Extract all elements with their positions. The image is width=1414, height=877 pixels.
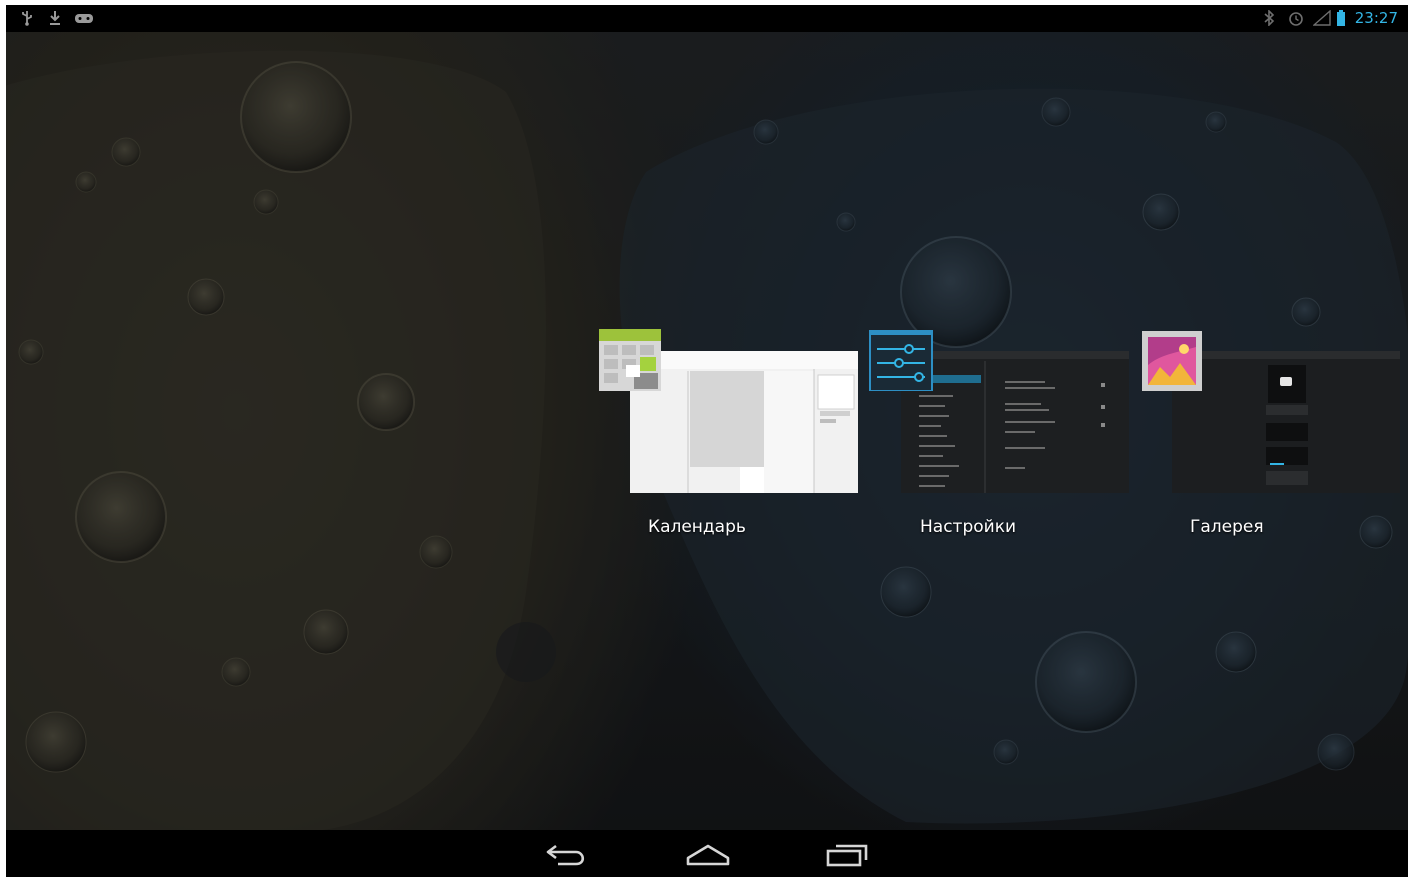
settings-thumbnail: [901, 351, 1129, 493]
calendar-icon: [599, 329, 661, 391]
recent-app-label: Календарь: [648, 517, 746, 537]
tablet-screen: 23:27 Календарь Настройки Галерея: [6, 5, 1408, 877]
status-bar: 23:27: [6, 5, 1408, 32]
gallery-icon: [1142, 331, 1202, 391]
signal-icon: [1313, 10, 1331, 26]
calendar-thumbnail: [630, 351, 858, 493]
status-clock: 23:27: [1354, 9, 1398, 27]
download-icon: [50, 11, 60, 25]
usb-icon: [22, 11, 32, 26]
recent-app-label: Настройки: [920, 517, 1017, 537]
battery-icon: [1337, 10, 1345, 26]
back-icon[interactable]: [538, 838, 594, 870]
alarm-icon: [1289, 12, 1303, 26]
gamepad-icon: [75, 14, 93, 23]
recent-app-label: Галерея: [1190, 517, 1264, 537]
recent-app-calendar[interactable]: Календарь: [598, 327, 862, 547]
gallery-thumbnail: [1172, 351, 1400, 493]
recent-app-gallery[interactable]: Галерея: [1140, 327, 1408, 547]
recent-apps-icon[interactable]: [818, 838, 874, 870]
navigation-bar: [6, 830, 1408, 877]
home-icon[interactable]: [680, 838, 736, 870]
bluetooth-icon: [1264, 10, 1275, 26]
recent-app-settings[interactable]: Настройки: [869, 327, 1133, 547]
settings-icon: [869, 330, 933, 391]
